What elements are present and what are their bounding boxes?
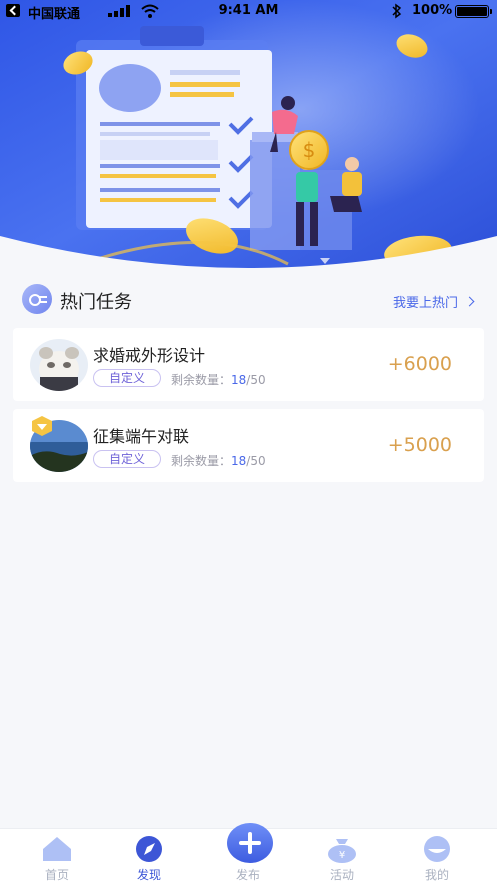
remaining-label: 剩余数量：	[171, 373, 232, 387]
go-hot-link[interactable]: 我要上热门	[392, 292, 475, 311]
tab-activity[interactable]: ¥ 活动	[297, 829, 387, 883]
money-bag-icon: ¥	[328, 839, 356, 863]
tab-label: 首页	[44, 868, 69, 882]
remaining-label: 剩余数量：	[171, 454, 232, 468]
remaining-total: /50	[246, 454, 266, 468]
tab-label: 我的	[424, 868, 449, 882]
tab-mine[interactable]: 我的	[392, 829, 482, 883]
hero-illustration: $	[0, 0, 497, 272]
tab-label: 活动	[329, 868, 354, 882]
remaining-current: 18	[231, 373, 247, 387]
task-reward: +6000	[387, 353, 452, 375]
bluetooth-icon	[392, 3, 402, 19]
profile-icon	[424, 836, 450, 862]
tab-label: 发布	[235, 868, 260, 882]
hot-tasks-header: 热门任务 我要上热门	[0, 280, 497, 320]
task-reward: +5000	[387, 434, 452, 456]
remaining-total: /50	[246, 373, 266, 387]
task-thumbnail	[30, 339, 88, 391]
tab-home[interactable]: 首页	[12, 829, 102, 883]
task-remaining: 剩余数量：18/50	[171, 371, 266, 388]
status-bar: 中国联通 9:41 AM 100%	[0, 0, 497, 22]
task-card[interactable]: 征集端午对联 自定义 剩余数量：18/50 +5000	[13, 409, 484, 482]
tab-discover[interactable]: 发现	[104, 829, 194, 883]
svg-text:$: $	[303, 138, 316, 162]
battery-icon	[455, 5, 492, 18]
tab-label: 发现	[136, 868, 161, 882]
battery-percentage: 100%	[412, 3, 453, 18]
hot-diamond-badge-icon	[32, 416, 52, 436]
plus-icon	[227, 823, 273, 863]
task-tag: 自定义	[93, 450, 161, 468]
task-title: 征集端午对联	[93, 427, 190, 446]
go-hot-label: 我要上热门	[392, 296, 458, 311]
tab-publish[interactable]: 发布	[203, 823, 293, 883]
section-title: 热门任务	[60, 292, 132, 313]
compass-icon	[136, 836, 162, 862]
chevron-right-icon	[464, 296, 475, 307]
tab-bar: 首页 发现 发布 ¥ 活动 我的	[0, 823, 497, 883]
svg-text:¥: ¥	[339, 850, 345, 861]
task-card[interactable]: 求婚戒外形设计 自定义 剩余数量：18/50 +6000	[13, 328, 484, 401]
hero-banner: $	[0, 0, 497, 272]
task-remaining: 剩余数量：18/50	[171, 452, 266, 469]
hot-tasks-icon	[22, 284, 52, 314]
task-title: 求婚戒外形设计	[93, 346, 206, 365]
remaining-current: 18	[231, 454, 247, 468]
task-tag: 自定义	[93, 369, 161, 387]
home-icon	[43, 837, 71, 861]
